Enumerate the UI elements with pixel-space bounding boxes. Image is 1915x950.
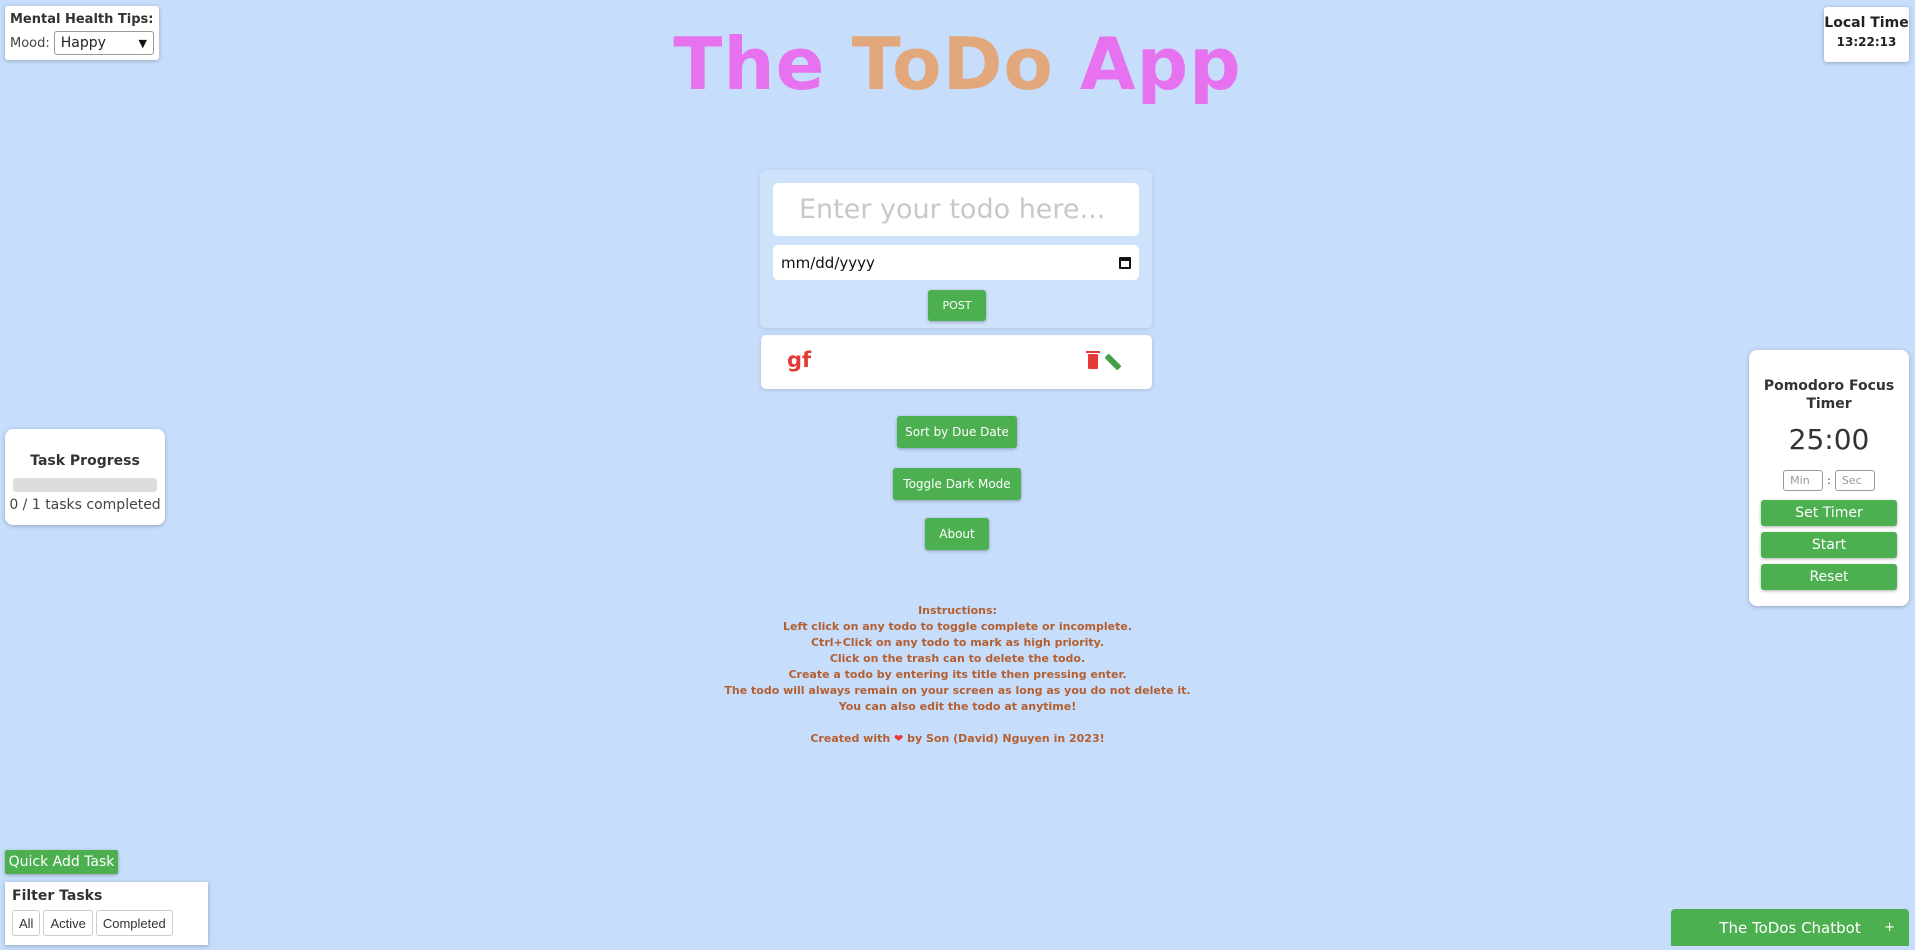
mood-label: Mood: <box>10 35 50 51</box>
mood-panel: Mental Health Tips: Mood: Happy ▼ <box>5 6 159 60</box>
mood-select[interactable]: Happy ▼ <box>53 31 154 55</box>
todo-form-card: Enter your todo here... mm/dd/yyyy POST <box>760 170 1152 328</box>
filter-active-button[interactable]: Active <box>43 910 93 936</box>
pomodoro-heading: Pomodoro Focus Timer <box>1763 378 1895 412</box>
due-date-placeholder: mm/dd/yyyy <box>781 253 875 272</box>
local-time-panel: Local Time 13:22:13 <box>1824 7 1909 62</box>
mood-selected-value: Happy <box>60 35 106 51</box>
trash-icon[interactable] <box>1086 351 1100 369</box>
quick-add-task-button[interactable]: Quick Add Task <box>5 850 118 874</box>
instructions-line: Click on the trash can to delete the tod… <box>829 652 1086 665</box>
time-separator: : <box>1827 474 1831 487</box>
due-date-input[interactable]: mm/dd/yyyy <box>773 245 1139 280</box>
mood-heading: Mental Health Tips: <box>10 12 154 27</box>
credit-post: by Son (David) Nguyen in 2023! <box>907 732 1105 745</box>
instructions: Instructions: Left click on any todo to … <box>0 603 1915 747</box>
sort-by-due-date-button[interactable]: Sort by Due Date <box>897 416 1017 448</box>
chatbot-label: The ToDos Chatbot <box>1719 918 1861 937</box>
task-progress-summary: 0 / 1 tasks completed <box>9 497 161 513</box>
toggle-dark-mode-button[interactable]: Toggle Dark Mode <box>893 468 1021 500</box>
seconds-input[interactable]: Sec <box>1834 470 1875 491</box>
about-button[interactable]: About <box>925 518 989 550</box>
local-time-value: 13:22:13 <box>1836 35 1897 49</box>
task-progress-heading: Task Progress <box>30 453 140 469</box>
minutes-placeholder: Min <box>1790 474 1810 487</box>
instructions-line: Ctrl+Click on any todo to mark as high p… <box>810 636 1105 649</box>
todo-input[interactable]: Enter your todo here... <box>773 183 1139 236</box>
todo-item-text[interactable]: gf <box>787 348 811 372</box>
heart-icon: ❤ <box>894 732 904 745</box>
pomodoro-panel: Pomodoro Focus Timer 25:00 Min : Sec Set… <box>1749 350 1909 606</box>
app-title: The ToDo App <box>0 22 1915 106</box>
filter-completed-button[interactable]: Completed <box>95 910 173 936</box>
calendar-icon[interactable] <box>1119 256 1131 269</box>
plus-icon[interactable]: + <box>1884 920 1895 935</box>
instructions-line: Create a todo by entering its title then… <box>788 668 1127 681</box>
progress-bar <box>13 478 157 492</box>
post-button[interactable]: POST <box>928 290 986 321</box>
todo-input-placeholder: Enter your todo here... <box>799 194 1106 225</box>
app-title-part3: App <box>1079 22 1242 106</box>
app-title-part1: The <box>673 22 826 106</box>
local-time-label: Local Time <box>1824 15 1909 31</box>
todo-item[interactable]: gf <box>761 335 1152 389</box>
instructions-line: Left click on any todo to toggle complet… <box>782 620 1133 633</box>
minutes-input[interactable]: Min <box>1783 470 1824 491</box>
app-title-part2: ToDo <box>851 22 1054 106</box>
task-progress-panel: Task Progress 0 / 1 tasks completed <box>5 429 165 525</box>
reset-button[interactable]: Reset <box>1761 564 1897 590</box>
instructions-heading: Instructions: <box>918 604 997 617</box>
pomodoro-display: 25:00 <box>1788 423 1870 456</box>
filter-tasks-panel: Filter Tasks All Active Completed <box>5 882 208 945</box>
instructions-line: The todo will always remain on your scre… <box>724 684 1191 697</box>
filter-all-button[interactable]: All <box>12 910 41 936</box>
credit-pre: Created with <box>810 732 891 745</box>
instructions-line: You can also edit the todo at anytime! <box>838 700 1077 713</box>
seconds-placeholder: Sec <box>1841 474 1862 487</box>
chevron-down-icon: ▼ <box>138 36 147 50</box>
pencil-icon[interactable] <box>1104 353 1122 371</box>
set-timer-button[interactable]: Set Timer <box>1761 500 1897 526</box>
start-button[interactable]: Start <box>1761 532 1897 558</box>
filter-heading: Filter Tasks <box>12 888 103 904</box>
credit-line: Created with ❤ by Son (David) Nguyen in … <box>0 731 1915 747</box>
chatbot-toggle[interactable]: The ToDos Chatbot + <box>1671 909 1909 946</box>
